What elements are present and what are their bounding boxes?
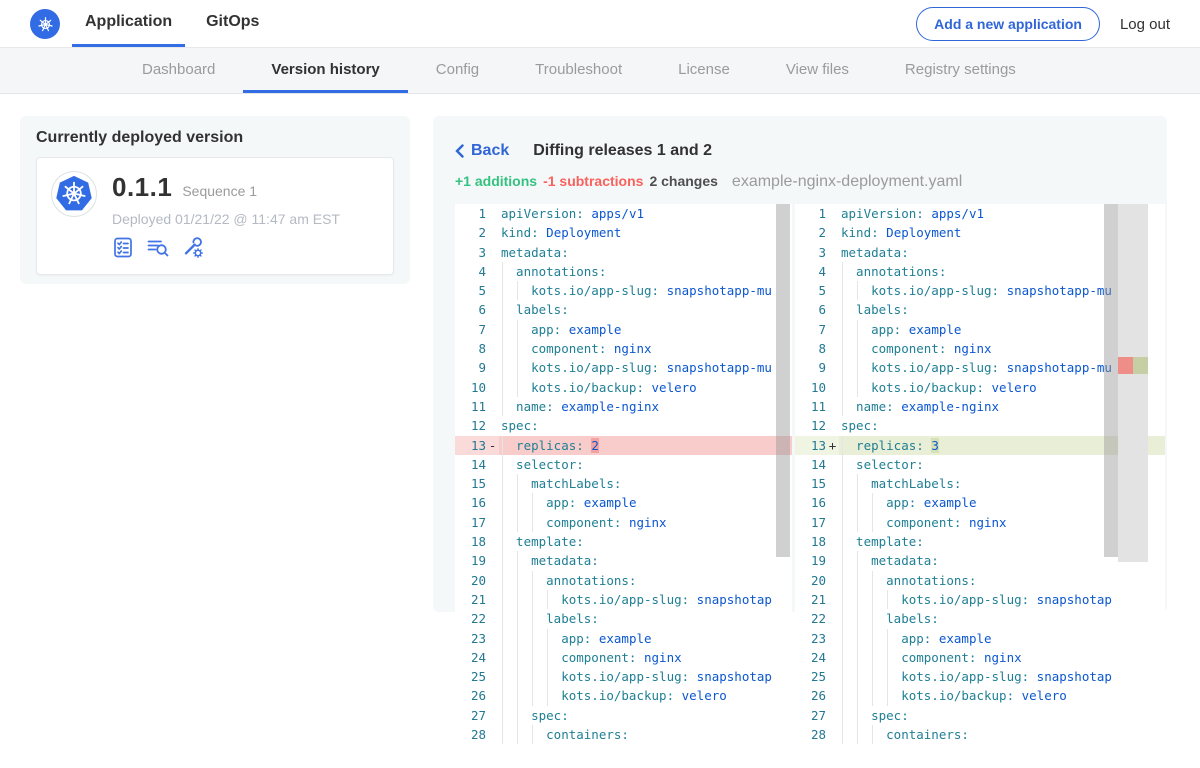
diff-line: 4 annotations: xyxy=(455,262,792,281)
ship-wheel-icon xyxy=(36,15,55,34)
kubernetes-heptagon-icon xyxy=(54,174,94,214)
diff-line: 3metadata: xyxy=(455,243,792,262)
diff-line: 18 template: xyxy=(455,532,792,551)
diff-line: 25 kots.io/app-slug: snapshotap xyxy=(795,667,1165,686)
diff-line: 22 labels: xyxy=(455,609,792,628)
diff-header: Back Diffing releases 1 and 2 xyxy=(433,116,1167,160)
diff-line: 12spec: xyxy=(455,416,792,435)
diff-line: 24 component: nginx xyxy=(455,648,792,667)
tab-gitops[interactable]: GitOps xyxy=(193,0,272,47)
diff-line: 25 kots.io/app-slug: snapshotap xyxy=(455,667,792,686)
scrollbar-thumb[interactable] xyxy=(776,204,790,557)
subnav-item-view-files[interactable]: View files xyxy=(758,48,877,93)
diff-line: 28 containers: xyxy=(455,725,792,744)
diff-title: Diffing releases 1 and 2 xyxy=(533,142,712,160)
back-link[interactable]: Back xyxy=(455,142,509,160)
diff-line: 28 containers: xyxy=(795,725,1165,744)
back-chevron-icon xyxy=(455,144,464,158)
diff-line: 9 kots.io/app-slug: snapshotapp-mu xyxy=(455,358,792,377)
diff-stats: +1 additions -1 subtractions 2 changes e… xyxy=(433,160,1167,191)
version-action-icons xyxy=(112,236,340,258)
diff-line: 20 annotations: xyxy=(455,571,792,590)
diff-panels: 1apiVersion: apps/v12kind: Deployment3me… xyxy=(455,204,1167,744)
deployed-version-info: 0.1.1 Sequence 1 Deployed 01/21/22 @ 11:… xyxy=(112,171,340,261)
deployed-version-item: 0.1.1 Sequence 1 Deployed 01/21/22 @ 11:… xyxy=(36,157,394,275)
currently-deployed-card: Currently deployed version 0.1.1 xyxy=(20,116,410,284)
diff-line: 16 app: example xyxy=(455,493,792,512)
diff-line: 5 kots.io/app-slug: snapshotapp-mu xyxy=(455,281,792,300)
diff-line: 23 app: example xyxy=(795,629,1165,648)
preflight-checks-icon[interactable] xyxy=(146,236,170,258)
diff-line: 24 component: nginx xyxy=(795,648,1165,667)
subnav-item-registry-settings[interactable]: Registry settings xyxy=(877,48,1044,93)
subnav-item-troubleshoot[interactable]: Troubleshoot xyxy=(507,48,650,93)
diff-section: Back Diffing releases 1 and 2 +1 additio… xyxy=(433,116,1167,744)
subnav-item-license[interactable]: License xyxy=(650,48,758,93)
sequence-label: Sequence 1 xyxy=(182,183,257,199)
diff-line: 10 kots.io/backup: velero xyxy=(455,378,792,397)
additions-count: +1 additions xyxy=(455,173,537,189)
diff-line: 11 name: example-nginx xyxy=(455,397,792,416)
deployed-timestamp: Deployed 01/21/22 @ 11:47 am EST xyxy=(112,211,340,227)
diff-line: 2kind: Deployment xyxy=(455,223,792,242)
diff-panel-original[interactable]: 1apiVersion: apps/v12kind: Deployment3me… xyxy=(455,204,792,744)
deployed-card-title: Currently deployed version xyxy=(36,129,394,147)
diff-line: 1apiVersion: apps/v1 xyxy=(455,204,792,223)
subtractions-count: -1 subtractions xyxy=(543,173,643,189)
logout-link[interactable]: Log out xyxy=(1120,16,1170,33)
original-code: 1apiVersion: apps/v12kind: Deployment3me… xyxy=(455,204,792,744)
diff-line: 19 metadata: xyxy=(455,551,792,570)
top-tabs: Application GitOps xyxy=(72,0,280,47)
diff-filename: example-nginx-deployment.yaml xyxy=(732,173,962,191)
kubernetes-logo[interactable] xyxy=(30,9,60,39)
subnav-item-config[interactable]: Config xyxy=(408,48,507,93)
diff-line: 14 selector: xyxy=(455,455,792,474)
diff-line: 7 app: example xyxy=(455,320,792,339)
subnav-item-version-history[interactable]: Version history xyxy=(243,48,407,93)
diff-line: 21 kots.io/app-slug: snapshotap xyxy=(455,590,792,609)
diff-line: 15 matchLabels: xyxy=(455,474,792,493)
diff-line: 17 component: nginx xyxy=(455,513,792,532)
version-label: 0.1.1 xyxy=(112,172,172,203)
ruler-added-marker xyxy=(1133,357,1148,374)
add-application-button[interactable]: Add a new application xyxy=(916,7,1100,41)
app-subnav: Dashboard Version history Config Trouble… xyxy=(0,48,1200,94)
diff-line: 22 labels: xyxy=(795,609,1165,628)
diff-line: 26 kots.io/backup: velero xyxy=(455,686,792,705)
diff-line: 13- replicas: 2 xyxy=(455,436,792,455)
diff-line: 20 annotations: xyxy=(795,571,1165,590)
diff-line: 21 kots.io/app-slug: snapshotap xyxy=(795,590,1165,609)
changes-count: 2 changes xyxy=(649,173,717,189)
app-icon xyxy=(51,171,97,217)
diff-line: 6 labels: xyxy=(455,300,792,319)
tab-application[interactable]: Application xyxy=(72,0,185,47)
page: Application GitOps Add a new application… xyxy=(0,0,1200,768)
ruler-removed-marker xyxy=(1118,357,1133,374)
scrollbar-thumb[interactable] xyxy=(1104,204,1118,557)
diff-line: 26 kots.io/backup: velero xyxy=(795,686,1165,705)
diff-line: 27 spec: xyxy=(455,706,792,725)
diff-panel-modified[interactable]: 1apiVersion: apps/v12kind: Deployment3me… xyxy=(795,204,1165,744)
diff-line: 8 component: nginx xyxy=(455,339,792,358)
diff-line: 23 app: example xyxy=(455,629,792,648)
view-config-icon[interactable] xyxy=(182,236,205,258)
top-nav-right: Add a new application Log out xyxy=(916,0,1170,48)
diff-line: 27 spec: xyxy=(795,706,1165,725)
overview-ruler xyxy=(1118,204,1148,562)
subnav-item-dashboard[interactable]: Dashboard xyxy=(114,48,243,93)
top-nav: Application GitOps Add a new application… xyxy=(0,0,1200,48)
release-notes-icon[interactable] xyxy=(112,236,134,258)
